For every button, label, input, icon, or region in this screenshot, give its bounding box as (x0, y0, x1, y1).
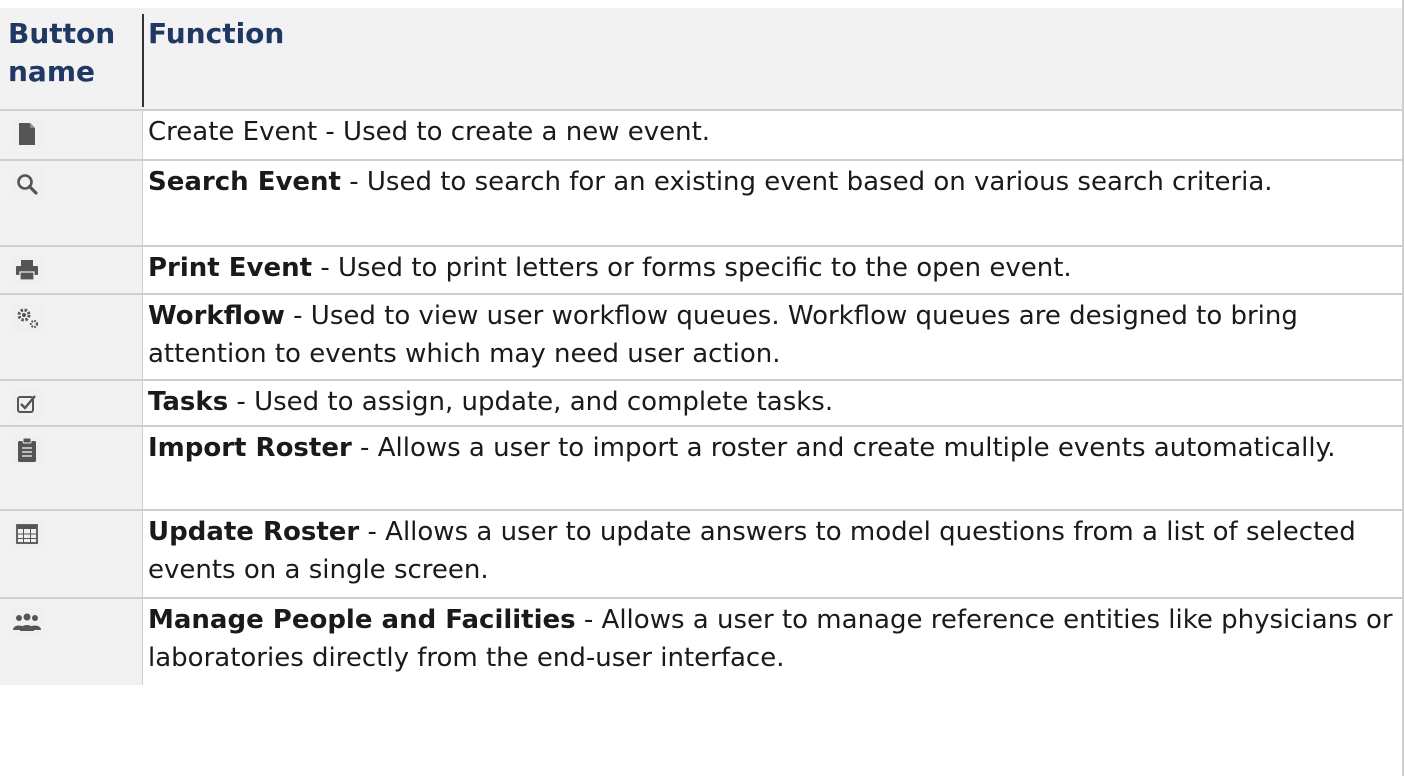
table-row: Print Event - Used to print letters or f… (0, 247, 1404, 295)
row-description: - Used to search for an existing event b… (340, 167, 1273, 197)
row-name: Import Roster (148, 433, 352, 463)
row-name: Manage People and Facilities (148, 605, 576, 635)
table-icon (10, 519, 44, 549)
row-description: - Used to print letters or forms specifi… (312, 253, 1072, 283)
row-description: - Allows a user to import a roster and c… (351, 433, 1336, 463)
row-name: Print Event (148, 253, 313, 283)
table-row: Search Event - Used to search for an exi… (0, 161, 1404, 247)
printer-icon (10, 255, 44, 285)
clipboard-icon (10, 435, 44, 465)
checkbox-icon (10, 389, 44, 419)
header-function: Function (148, 17, 285, 50)
gears-icon (10, 303, 44, 333)
table-row: Update Roster - Allows a user to update … (0, 511, 1404, 599)
document-icon (10, 119, 44, 149)
row-description: - Used to assign, update, and complete t… (228, 387, 834, 417)
table-row: Tasks - Used to assign, update, and comp… (0, 381, 1404, 427)
table-row: Workflow - Used to view user workflow qu… (0, 295, 1404, 381)
row-description: - Used to view user workflow queues. Wor… (148, 301, 1298, 369)
row-name: Tasks (148, 387, 229, 417)
row-name: Workflow (148, 301, 285, 331)
table-row: Create Event - Used to create a new even… (0, 111, 1404, 161)
row-description: Create Event - Used to create a new even… (148, 117, 711, 147)
people-icon (10, 607, 44, 637)
row-name: Update Roster (148, 517, 360, 547)
search-icon (10, 169, 44, 199)
table-header: Button name Function (0, 8, 1404, 111)
header-button-name: Button name (8, 17, 116, 88)
row-name: Search Event (148, 167, 341, 197)
button-function-table: Button name Function Create Event - Used… (0, 8, 1404, 685)
column-separator (142, 14, 144, 107)
table-row: Import Roster - Allows a user to import … (0, 427, 1404, 511)
table-row: Manage People and Facilities - Allows a … (0, 599, 1404, 685)
